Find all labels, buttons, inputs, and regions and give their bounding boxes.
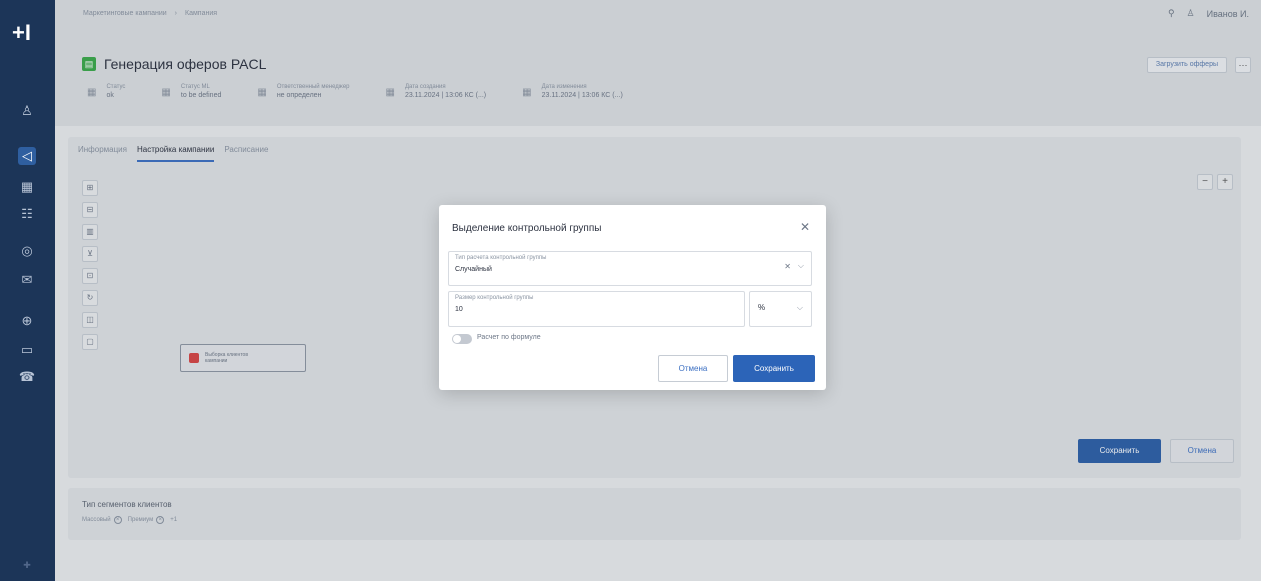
message-icon[interactable]: ▭	[18, 341, 36, 359]
control-group-modal: Выделение контрольной группы ✕ Тип расче…	[439, 205, 826, 390]
field-label: Размер контрольной группы	[455, 295, 534, 301]
megaphone-icon[interactable]: ◁	[18, 147, 36, 165]
mail-icon[interactable]: ✉	[18, 271, 36, 289]
chevron-down-icon[interactable]: ⌵	[798, 261, 804, 271]
clear-icon[interactable]: ✕	[784, 262, 791, 271]
unit-select[interactable]: % ⌵	[749, 291, 812, 327]
field-value: Случайный	[455, 266, 492, 273]
control-group-type-select[interactable]: Тип расчета контрольной группы Случайный…	[448, 251, 812, 286]
formula-toggle[interactable]	[452, 334, 472, 344]
sidebar-bottom-icon[interactable]: ✚	[18, 560, 36, 570]
control-group-size-input[interactable]: Размер контрольной группы 10	[448, 291, 745, 327]
left-sidebar: +I ♙ ◁ ▦ ☷ ◎ ✉ ⊕ ▭ ☎ ✚	[0, 0, 55, 581]
modal-save-button[interactable]: Сохранить	[733, 355, 815, 382]
app-logo[interactable]: +I	[12, 20, 31, 46]
field-value: 10	[455, 306, 463, 313]
modal-title: Выделение контрольной группы	[452, 223, 602, 234]
grid-icon[interactable]: ▦	[18, 178, 36, 196]
toggle-label: Расчет по формуле	[477, 334, 541, 341]
globe-icon[interactable]: ⊕	[18, 312, 36, 330]
phone-icon[interactable]: ☎	[18, 368, 36, 386]
toggle-knob	[453, 335, 461, 343]
filter-icon[interactable]: ☷	[18, 205, 36, 223]
chevron-down-icon[interactable]: ⌵	[797, 303, 803, 313]
close-icon[interactable]: ✕	[800, 220, 810, 234]
unit-value: %	[758, 303, 766, 312]
user-icon[interactable]: ♙	[18, 102, 36, 120]
modal-cancel-button[interactable]: Отмена	[658, 355, 728, 382]
search-people-icon[interactable]: ◎	[18, 242, 36, 260]
field-label: Тип расчета контрольной группы	[455, 255, 547, 261]
